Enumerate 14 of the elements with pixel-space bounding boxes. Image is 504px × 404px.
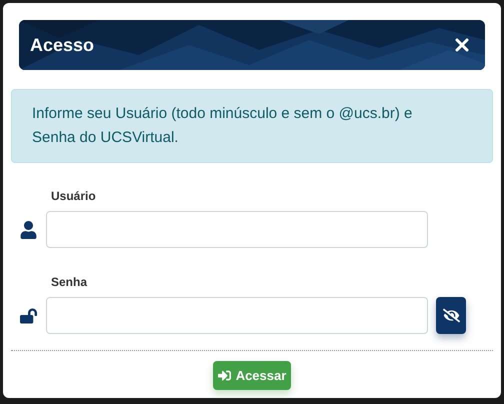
input-field[interactable] [46,211,428,248]
toggle-visibility-button[interactable] [436,297,466,334]
sign-in-icon [218,369,231,382]
info-text: Informe seu Usuário (todo minúsculo e sem o @ucs.br) e Senha do UCSVirtual. [32,104,414,148]
user-icon [20,220,37,238]
eye-slash-icon [442,308,460,323]
submit-button[interactable]: Acessar [212,361,292,390]
dialog-title: Acesso [30,34,94,56]
field-label: Senha [51,275,88,289]
padlock-icon [20,306,37,324]
close-button[interactable] [455,38,469,52]
close-icon [455,38,469,52]
field-label: Usuário [51,189,96,203]
input-field[interactable] [46,297,428,334]
